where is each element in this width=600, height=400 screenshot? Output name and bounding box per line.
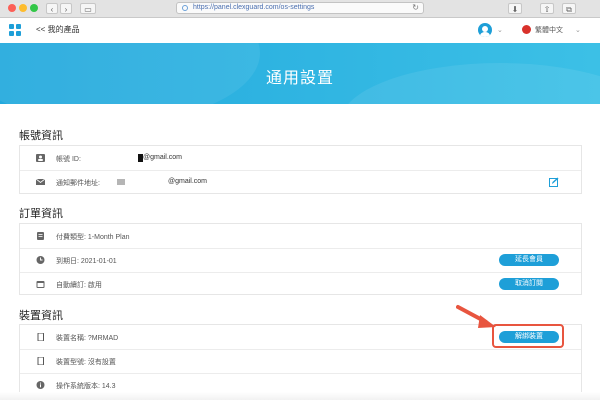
clock-icon	[36, 256, 45, 264]
notify-email-label: 通知郵件地址:	[56, 180, 100, 187]
redaction-block	[117, 179, 125, 185]
chevron-down-icon[interactable]: ⌄	[497, 26, 503, 34]
annotation-arrow-icon	[456, 305, 496, 328]
secure-lock-icon	[182, 5, 188, 11]
sidebar-toggle-icon[interactable]: ▭	[80, 3, 96, 14]
calendar-icon	[36, 281, 45, 288]
page-title: 通用設置	[265, 70, 334, 87]
document-icon	[37, 232, 44, 240]
reload-icon[interactable]: ↻	[412, 3, 419, 12]
cancel-subscription-button[interactable]: 取消訂閱	[499, 278, 559, 290]
phone-icon	[37, 357, 44, 365]
chevron-down-icon[interactable]: ⌄	[575, 26, 581, 34]
language-flag-icon[interactable]	[522, 25, 531, 34]
app-header: << 我的產品 ⌄ 繁體中文 ⌄	[0, 18, 600, 43]
account-id-value: @gmail.com	[143, 154, 183, 161]
order-card: 付費類型: 1-Month Plan 到期日: 2021-01-01 延長會員 …	[19, 223, 582, 295]
device-section-title: 裝置資訊	[19, 310, 63, 322]
autorenew-text: 自動續訂: 啟用	[56, 282, 102, 289]
highlight-box	[492, 324, 564, 348]
expiry-row: 到期日: 2021-01-01 延長會員	[20, 248, 581, 273]
id-card-icon	[36, 154, 45, 162]
account-id-label: 帳號 ID:	[56, 156, 81, 163]
phone-icon	[37, 333, 44, 341]
page-banner: 通用設置	[0, 43, 600, 104]
notify-email-value: @gmail.com	[168, 178, 208, 185]
tabs-overview-icon[interactable]: ⧉	[562, 3, 576, 14]
share-icon[interactable]: ⇧	[540, 3, 554, 14]
order-section-title: 訂單資訊	[19, 208, 63, 220]
plan-row: 付費類型: 1-Month Plan	[20, 224, 581, 249]
url-text: https://panel.clexguard.com/os-settings	[193, 4, 315, 11]
autorenew-row: 自動續訂: 啟用 取消訂閱	[20, 272, 581, 296]
language-selector[interactable]: 繁體中文	[535, 25, 563, 35]
account-id-row: 帳號 ID: @gmail.com	[20, 146, 581, 171]
bottom-fade	[0, 392, 600, 400]
os-version-text: 操作系統版本: 14.3	[56, 383, 116, 390]
close-window-button[interactable]	[8, 4, 16, 12]
download-icon[interactable]: ⬇	[508, 3, 522, 14]
expiry-text: 到期日: 2021-01-01	[56, 258, 117, 265]
plan-text: 付費類型: 1-Month Plan	[56, 234, 130, 241]
user-avatar[interactable]	[478, 23, 492, 37]
device-model-row: 裝置型號: 沒有設置	[20, 349, 581, 374]
device-name-text: 裝置名稱: ?MRMAD	[56, 335, 119, 342]
app-grid-icon[interactable]	[9, 24, 21, 36]
back-nav-icon[interactable]: ‹	[46, 3, 58, 14]
account-section-title: 帳號資訊	[19, 130, 63, 142]
notify-email-row: 通知郵件地址: @gmail.com	[20, 170, 581, 194]
device-model-text: 裝置型號: 沒有設置	[56, 359, 116, 366]
edit-icon[interactable]	[549, 177, 559, 187]
forward-nav-icon[interactable]: ›	[60, 3, 72, 14]
extend-membership-button[interactable]: 延長會員	[499, 254, 559, 266]
minimize-window-button[interactable]	[19, 4, 27, 12]
zoom-window-button[interactable]	[30, 4, 38, 12]
account-card: 帳號 ID: @gmail.com 通知郵件地址: @gmail.com	[19, 145, 582, 194]
my-products-link[interactable]: << 我的產品	[36, 24, 80, 35]
info-icon	[36, 381, 45, 389]
mail-icon	[36, 178, 45, 185]
browser-toolbar: ‹ › ▭ https://panel.clexguard.com/os-set…	[0, 0, 600, 18]
address-bar[interactable]: https://panel.clexguard.com/os-settings …	[176, 2, 424, 14]
